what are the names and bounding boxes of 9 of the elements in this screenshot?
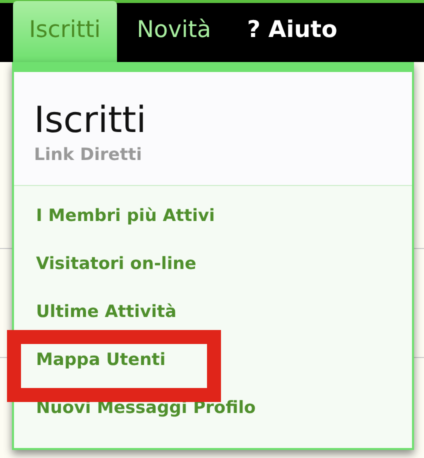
menu-subtitle: Link Diretti bbox=[34, 145, 143, 165]
menu-title: Iscritti bbox=[34, 100, 148, 141]
menu-item[interactable]: I Membri più Attivi bbox=[14, 192, 412, 240]
menu-item[interactable]: Visitatori on-line bbox=[14, 240, 412, 288]
nav-tab[interactable]: Iscritti bbox=[13, 1, 117, 62]
nav-tab[interactable]: Novità bbox=[120, 1, 228, 62]
menu-item[interactable]: Mappa Utenti bbox=[14, 336, 412, 384]
menu-item[interactable]: Ultime Attività bbox=[14, 288, 412, 336]
nav-tab[interactable]: ? Aiuto bbox=[231, 1, 354, 62]
